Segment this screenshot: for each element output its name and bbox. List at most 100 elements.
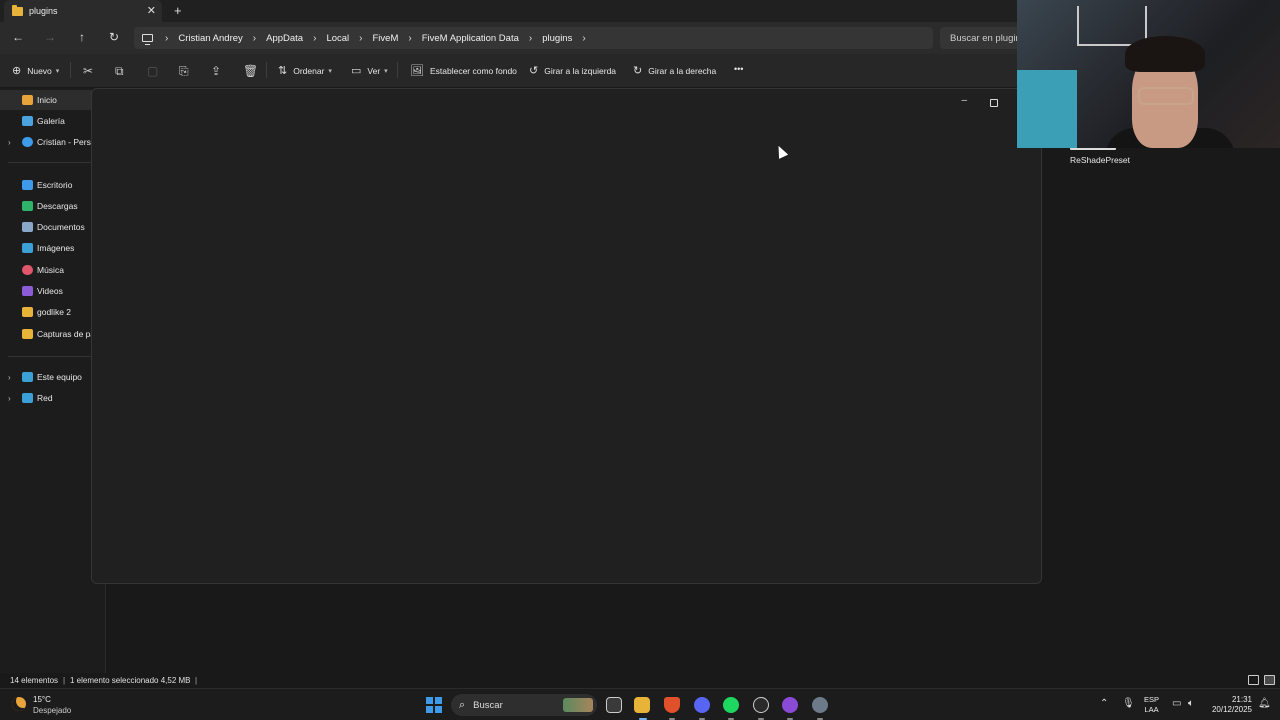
paste-icon[interactable]: ▢	[147, 64, 158, 78]
back-button[interactable]: ←	[10, 30, 26, 44]
breadcrumb-item[interactable]: Cristian Andrey	[178, 33, 242, 44]
minimize-button[interactable]: –	[961, 95, 967, 106]
webcam-person-hair	[1125, 36, 1205, 72]
tab-plugins[interactable]: plugins ✕	[4, 0, 162, 22]
windows-logo-pane	[426, 705, 434, 713]
blank-app-window[interactable]: –	[91, 88, 1042, 584]
sidebar-item-label: godlike 2	[37, 307, 72, 317]
new-button[interactable]: ⊕ Nuevo ▾	[12, 64, 59, 77]
weather-temperature[interactable]: 15°C	[33, 695, 51, 704]
network-icon[interactable]: ▭	[1172, 698, 1181, 709]
expand-chevron-icon[interactable]: ›	[8, 373, 11, 382]
breadcrumb-separator[interactable]: ›	[253, 33, 256, 44]
windows-logo-pane	[434, 705, 442, 713]
notification-bell-icon[interactable]: 🔔︎	[1258, 698, 1271, 709]
discord-icon[interactable]	[694, 697, 710, 713]
rename-icon[interactable]: ⎘	[179, 64, 189, 79]
set-background-button[interactable]: 🖼︎ Establecer como fondo	[410, 64, 517, 77]
breadcrumb-separator[interactable]: ›	[313, 33, 316, 44]
toolbar-divider	[70, 62, 71, 78]
folder-icon	[22, 329, 33, 339]
search-input[interactable]: Buscar en plugins	[940, 27, 1020, 49]
forward-button[interactable]: →	[42, 30, 58, 44]
steam-icon[interactable]	[753, 697, 769, 713]
chevron-up-icon[interactable]: ⌃	[1100, 698, 1108, 709]
this-pc-icon[interactable]	[142, 34, 153, 45]
settings-gear-icon[interactable]	[812, 697, 828, 713]
gallery-icon	[22, 116, 33, 126]
sort-button[interactable]: ⇅ Ordenar ▾	[278, 64, 332, 77]
breadcrumb-separator[interactable]: ›	[408, 33, 411, 44]
sidebar-item-label: Escritorio	[37, 180, 73, 190]
pc-icon	[22, 372, 33, 382]
video-icon	[22, 286, 33, 296]
rotate-right-button[interactable]: ↻ Girar a la derecha	[633, 64, 716, 77]
rotate-right-label: Girar a la derecha	[648, 65, 717, 76]
file-item-label[interactable]: ReShadePreset	[1070, 155, 1130, 165]
breadcrumb-item[interactable]: FiveM	[373, 33, 399, 44]
toolbar-divider	[397, 62, 398, 78]
breadcrumb-separator[interactable]: ›	[359, 33, 362, 44]
moon-icon[interactable]	[12, 697, 26, 711]
delete-icon[interactable]: 🗑︎	[243, 64, 258, 78]
plus-circle-icon: ⊕	[12, 65, 22, 77]
breadcrumb[interactable]: › Cristian Andrey › AppData › Local › Fi…	[134, 27, 933, 49]
start-button[interactable]	[426, 697, 442, 713]
breadcrumb-item[interactable]: FiveM Application Data	[422, 33, 519, 44]
taskbar: 15°C Despejado ⌕ Buscar ⌃ 🎙︎ ESP LAA ▭ 🔈…	[0, 688, 1280, 720]
tiles-view-button[interactable]	[1264, 675, 1275, 685]
breadcrumb-separator[interactable]: ›	[165, 33, 168, 44]
close-tab-icon[interactable]: ✕	[147, 4, 156, 17]
microphone-icon[interactable]: 🎙︎	[1122, 698, 1135, 709]
sidebar-item-label: Descargas	[37, 201, 78, 211]
breadcrumb-separator[interactable]: ›	[582, 33, 585, 44]
task-view-icon[interactable]	[606, 697, 622, 713]
image-icon	[22, 243, 33, 253]
taskbar-search[interactable]: ⌕ Buscar	[451, 694, 597, 716]
music-icon	[22, 265, 33, 275]
breadcrumb-item[interactable]: Local	[326, 33, 349, 44]
rotate-left-button[interactable]: ↺ Girar a la izquierda	[529, 64, 616, 77]
cut-icon[interactable]: ✂	[83, 64, 93, 78]
copy-icon[interactable]: ⧉	[115, 64, 124, 79]
breadcrumb-item[interactable]: AppData	[266, 33, 303, 44]
status-separator: |	[195, 676, 198, 685]
breadcrumb-item[interactable]: plugins	[542, 33, 572, 44]
view-button-label: Ver	[367, 65, 381, 76]
taskbar-search-label: Buscar	[473, 699, 503, 711]
status-separator: |	[63, 676, 66, 685]
expand-chevron-icon[interactable]: ›	[8, 138, 11, 147]
webcam-feed	[1017, 0, 1280, 148]
spotify-icon[interactable]	[723, 697, 739, 713]
more-options-button[interactable]: •••	[734, 64, 743, 74]
share-icon[interactable]: ⇪	[211, 64, 221, 78]
sidebar-item-label: Imágenes	[37, 243, 75, 253]
breadcrumb-separator[interactable]: ›	[529, 33, 532, 44]
webcam-background-object	[1017, 70, 1077, 148]
file-explorer-icon[interactable]	[634, 697, 650, 713]
keyboard-layout: LAA	[1144, 705, 1159, 714]
volume-icon[interactable]: 🔈︎	[1188, 698, 1194, 709]
new-tab-button[interactable]: +	[174, 3, 182, 18]
sidebar-divider	[8, 162, 98, 163]
clock-time: 21:31	[1231, 695, 1252, 704]
sidebar-item-label: Este equipo	[37, 372, 82, 382]
maximize-button[interactable]	[990, 99, 998, 107]
home-icon	[22, 95, 33, 105]
clock[interactable]: 21:31 20/12/2025	[1206, 695, 1252, 715]
search-icon: ⌕	[459, 698, 466, 711]
expand-chevron-icon[interactable]: ›	[8, 394, 11, 403]
app-circle-icon[interactable]	[782, 697, 798, 713]
brave-browser-icon[interactable]	[664, 697, 680, 713]
up-button[interactable]: ↑	[74, 30, 90, 44]
clock-date: 20/12/2025	[1211, 705, 1252, 714]
details-view-button[interactable]	[1248, 675, 1259, 685]
view-button[interactable]: ▭ Ver ▾	[351, 64, 388, 77]
sidebar-item-label: Videos	[37, 286, 63, 296]
weather-description[interactable]: Despejado	[33, 706, 71, 715]
rotate-left-label: Girar a la izquierda	[544, 65, 617, 76]
folder-icon	[22, 307, 33, 317]
item-count: 14 elementos	[10, 676, 59, 685]
refresh-button[interactable]: ↻	[106, 30, 122, 44]
language-indicator[interactable]: ESP LAA	[1144, 695, 1159, 715]
